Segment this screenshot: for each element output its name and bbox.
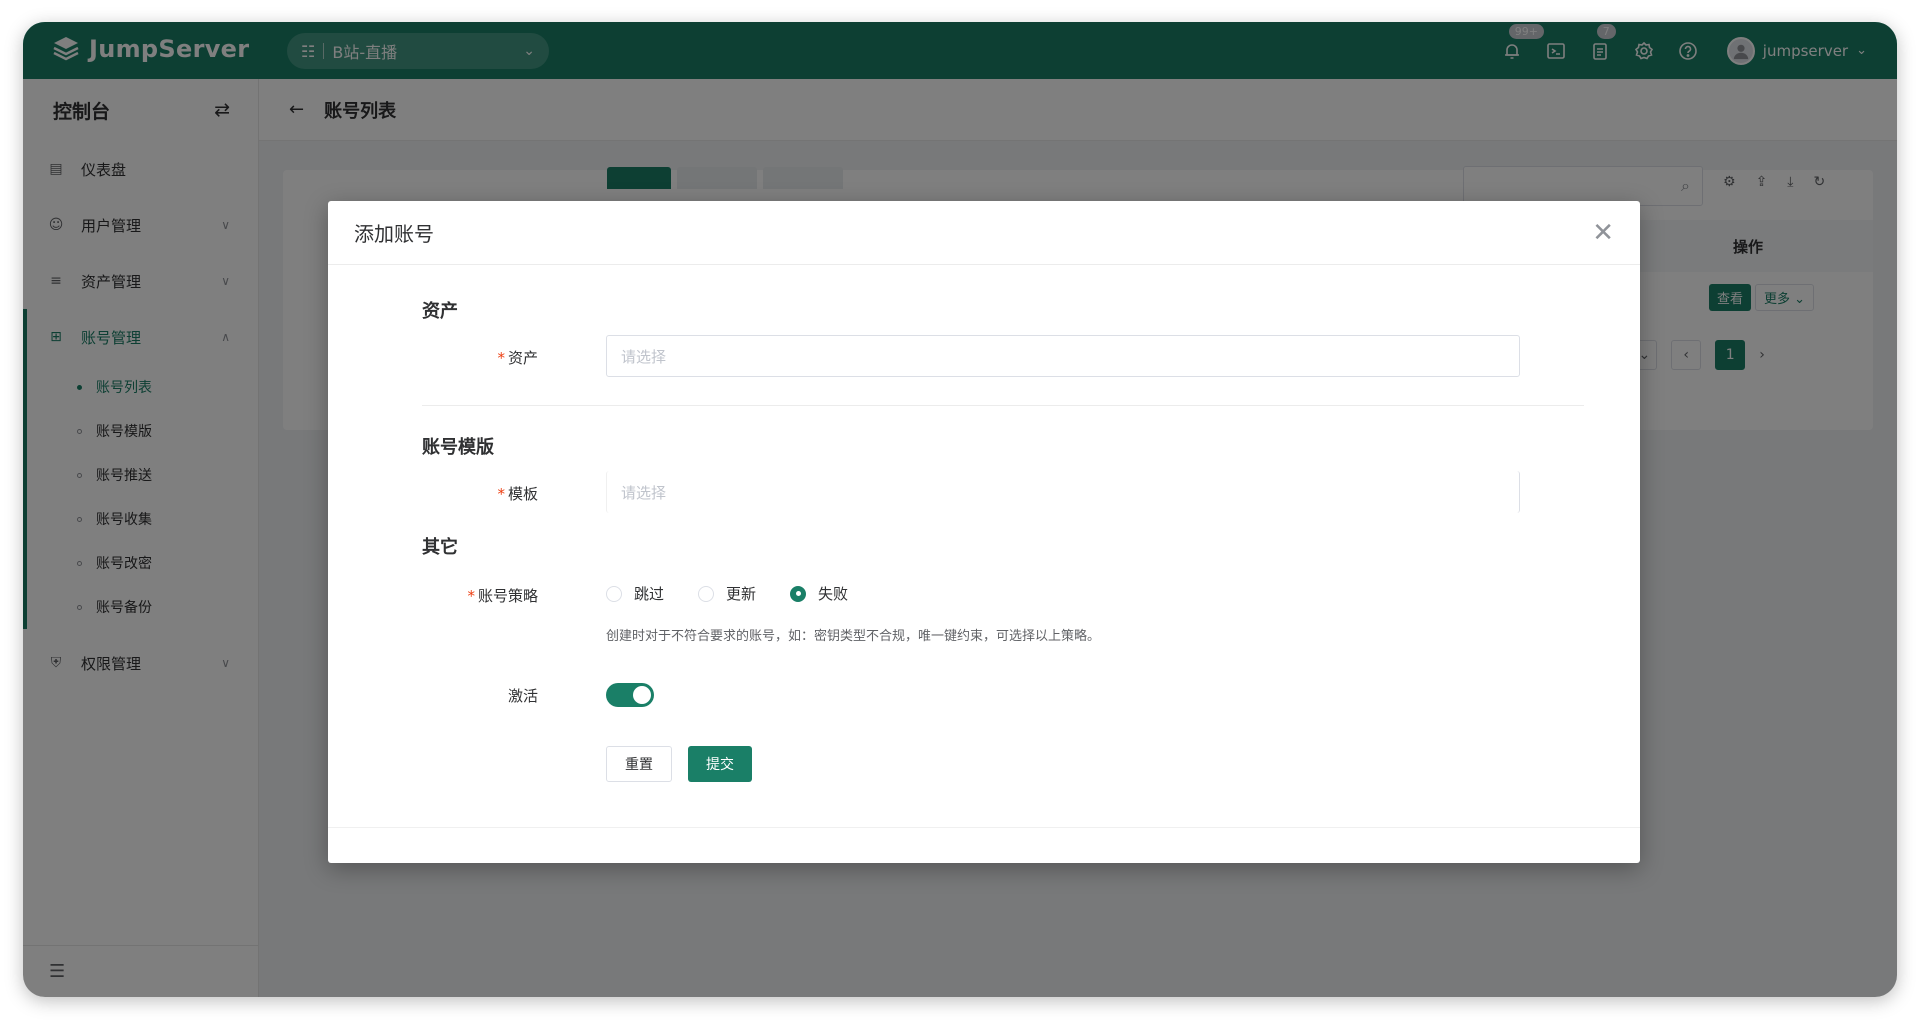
asset-select[interactable]: 请选择 — [606, 335, 1520, 377]
asset-field-label: * 资产 — [328, 347, 538, 368]
policy-field-label: * 账号策略 — [328, 585, 538, 606]
policy-radio-error[interactable]: 失败 — [790, 583, 848, 604]
template-select-placeholder: 请选择 — [621, 483, 667, 502]
asset-select-placeholder: 请选择 — [621, 347, 667, 366]
dialog-header: 添加账号 ✕ — [328, 201, 1640, 265]
required-mark: * — [497, 349, 505, 367]
reset-button[interactable]: 重置 — [606, 746, 672, 782]
template-select[interactable]: 请选择 — [606, 471, 1520, 513]
policy-help-text: 创建时对于不符合要求的账号，如：密钥类型不合规，唯一键约束，可选择以上策略。 — [606, 629, 1101, 644]
asset-label-text: 资产 — [507, 349, 538, 367]
section-title-other: 其它 — [422, 537, 458, 558]
app-window: JumpServer ☷ B站-直播 ⌄ 99+ 7 — [23, 22, 1897, 997]
submit-button[interactable]: 提交 — [688, 746, 752, 782]
section-title-asset: 资产 — [422, 301, 458, 322]
policy-radio-group: 跳过 更新 失败 — [606, 583, 848, 604]
section-title-template: 账号模版 — [422, 437, 494, 458]
active-field-label: 激活 — [507, 687, 538, 705]
active-toggle[interactable] — [606, 683, 654, 707]
radio-circle-checked — [790, 585, 807, 602]
radio-label: 更新 — [726, 585, 757, 603]
required-mark: * — [467, 587, 475, 605]
dialog-footer — [328, 827, 1640, 863]
required-mark: * — [497, 485, 505, 503]
policy-radio-skip[interactable]: 跳过 — [606, 583, 664, 604]
policy-label-text: 账号策略 — [477, 587, 538, 605]
close-icon[interactable]: ✕ — [1592, 218, 1614, 248]
dialog-title: 添加账号 — [354, 222, 434, 246]
radio-circle — [606, 585, 622, 602]
radio-circle — [698, 585, 715, 602]
radio-label: 失败 — [818, 585, 849, 603]
template-field-label: * 模板 — [328, 483, 538, 504]
template-label-text: 模板 — [507, 485, 538, 503]
policy-radio-update[interactable]: 更新 — [698, 583, 756, 604]
section-divider — [422, 405, 1584, 406]
radio-label: 跳过 — [634, 585, 665, 603]
add-account-dialog: 添加账号 ✕ 资产 * 资产 请选择 账号模版 * 模板 请选择 其它 * 账号策略 … — [328, 201, 1640, 863]
